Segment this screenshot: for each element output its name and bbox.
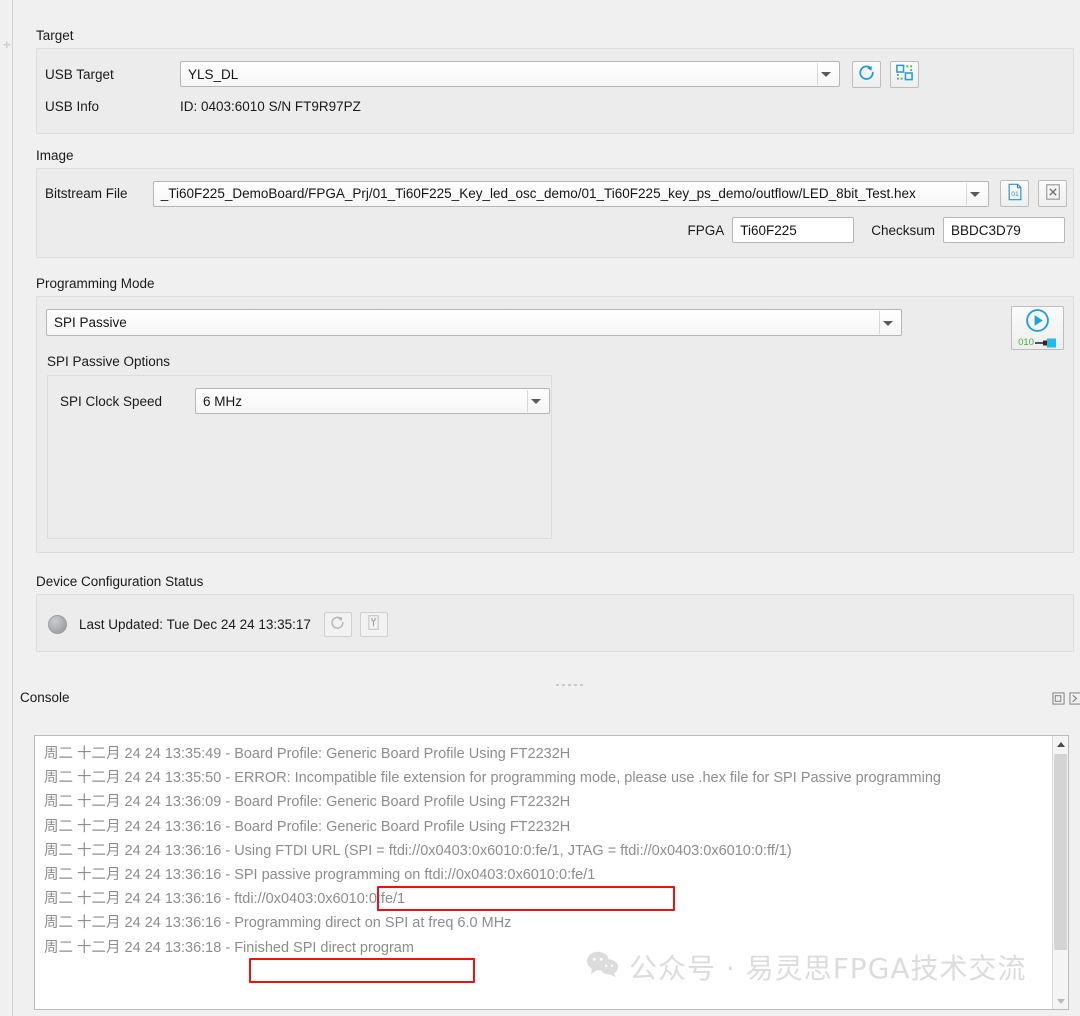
- chevron-down-icon: [883, 321, 893, 326]
- refresh-usb-button[interactable]: [852, 61, 881, 88]
- scroll-up-button[interactable]: [1053, 736, 1068, 752]
- console-header: Console: [14, 690, 1080, 718]
- close-file-icon: [1044, 183, 1062, 204]
- spi-options-title: SPI Passive Options: [47, 354, 170, 370]
- console-log: 周二 十二月 24 24 13:35:49 - Board Profile: G…: [44, 742, 1044, 960]
- chevron-down-icon: [531, 399, 541, 404]
- detect-devices-button[interactable]: [890, 61, 919, 88]
- programming-mode-combo[interactable]: SPI Passive: [46, 309, 902, 336]
- detect-devices-icon: [895, 63, 914, 85]
- wechat-icon: [586, 950, 620, 985]
- refresh-arrow-icon: [329, 614, 346, 634]
- spi-clock-speed-label: SPI Clock Speed: [60, 394, 195, 409]
- refresh-status-button[interactable]: [324, 612, 352, 637]
- bitstream-file-label: Bitstream File: [45, 186, 153, 201]
- console-line: 周二 十二月 24 24 13:35:50 - ERROR: Incompati…: [44, 766, 1044, 790]
- clear-bitstream-button[interactable]: [1038, 180, 1067, 207]
- scrollbar-thumb[interactable]: [1054, 754, 1067, 950]
- programming-mode-title: Programming Mode: [36, 276, 1074, 292]
- play-circle-icon: [1025, 308, 1050, 336]
- image-group: Image Bitstream File _Ti60F225_DemoBoard…: [36, 148, 1074, 258]
- console-line: 周二 十二月 24 24 13:35:49 - Board Profile: G…: [44, 742, 1044, 766]
- console-line: 周二 十二月 24 24 13:36:16 - Programming dire…: [44, 911, 1044, 935]
- checksum-label: Checksum: [871, 223, 935, 238]
- programmer-window: ✛ Target USB Target YLS_DL: [0, 0, 1080, 1016]
- console-line: 周二 十二月 24 24 13:36:16 - SPI passive prog…: [44, 863, 1044, 887]
- target-group-title: Target: [36, 28, 1074, 44]
- bitstream-row: Bitstream File _Ti60F225_DemoBoard/FPGA_…: [45, 180, 1067, 207]
- console-line: 周二 十二月 24 24 13:36:16 - ftdi://0x0403:0x…: [44, 887, 1044, 911]
- bitstream-file-value: _Ti60F225_DemoBoard/FPGA_Prj/01_Ti60F225…: [161, 186, 916, 201]
- usb-info-value: ID: 0403:6010 S/N FT9R97PZ: [180, 99, 361, 114]
- device-status-group: Device Configuration Status Last Updated…: [36, 574, 1074, 652]
- console-scrollbar[interactable]: [1052, 736, 1068, 1009]
- close-icon[interactable]: [1068, 691, 1080, 705]
- image-group-title: Image: [36, 148, 1074, 164]
- console-header-icons: [1051, 691, 1080, 705]
- usb-info-label: USB Info: [45, 99, 180, 114]
- console-line: 周二 十二月 24 24 13:36:16 - Board Profile: G…: [44, 815, 1044, 839]
- wrench-icon: [365, 614, 382, 634]
- fpga-checksum-row: FPGA Ti60F225 Checksum BBDC3D79: [687, 217, 1065, 243]
- scroll-down-button[interactable]: [1053, 993, 1068, 1009]
- last-updated-text: Last Updated: Tue Dec 24 24 13:35:17: [79, 617, 311, 632]
- refresh-circular-arrow-icon: [857, 63, 876, 85]
- chevron-down-icon: [970, 192, 980, 197]
- spi-clock-speed-value: 6 MHz: [203, 394, 242, 409]
- watermark: 公众号 · 易灵思FPGA技术交流: [586, 947, 1027, 987]
- left-collapsed-rail[interactable]: ✛: [0, 0, 13, 1016]
- fpga-label: FPGA: [687, 223, 724, 238]
- fpga-value: Ti60F225: [740, 223, 797, 238]
- usb-target-label: USB Target: [45, 67, 180, 82]
- usb-target-value: YLS_DL: [188, 67, 238, 82]
- settings-scroll-area: Target USB Target YLS_DL: [14, 0, 1080, 672]
- image-panel: Bitstream File _Ti60F225_DemoBoard/FPGA_…: [36, 168, 1074, 258]
- checksum-value: BBDC3D79: [951, 223, 1021, 238]
- triangle-up-icon: [1057, 742, 1065, 747]
- usb-target-combo[interactable]: YLS_DL: [180, 61, 840, 87]
- triangle-down-icon: [1057, 999, 1065, 1004]
- panel-splitter-handle[interactable]: [539, 681, 599, 689]
- checksum-field[interactable]: BBDC3D79: [943, 217, 1065, 243]
- device-tools-button[interactable]: [360, 612, 388, 637]
- spi-clock-speed-row: SPI Clock Speed 6 MHz: [60, 388, 550, 414]
- svg-text:01: 01: [1011, 191, 1019, 198]
- start-program-button[interactable]: 010: [1011, 306, 1064, 350]
- watermark-text: 公众号 · 易灵思FPGA技术交流: [629, 947, 1027, 987]
- target-group: Target USB Target YLS_DL: [36, 28, 1074, 134]
- device-status-title: Device Configuration Status: [36, 574, 1074, 590]
- hex-file-icon: 01: [1006, 183, 1024, 204]
- usb-target-row: USB Target YLS_DL: [45, 61, 1065, 87]
- device-status-panel: Last Updated: Tue Dec 24 24 13:35:17: [36, 594, 1074, 652]
- rail-expand-icon[interactable]: ✛: [3, 42, 10, 49]
- spi-options-panel: SPI Clock Speed 6 MHz: [47, 375, 552, 539]
- programming-mode-value: SPI Passive: [54, 315, 127, 330]
- usb-info-row: USB Info ID: 0403:6010 S/N FT9R97PZ: [45, 95, 1065, 117]
- programming-mode-group: Programming Mode SPI Passive 010: [36, 276, 1074, 553]
- console-title: Console: [20, 690, 70, 705]
- status-led-indicator: [48, 615, 67, 634]
- undock-icon[interactable]: [1051, 691, 1065, 705]
- bitstream-file-combo[interactable]: _Ti60F225_DemoBoard/FPGA_Prj/01_Ti60F225…: [153, 181, 989, 207]
- console-line: 周二 十二月 24 24 13:36:09 - Board Profile: G…: [44, 790, 1044, 814]
- console-line: 周二 十二月 24 24 13:36:16 - Using FTDI URL (…: [44, 839, 1044, 863]
- bitstream-stream-icon: 010: [1018, 337, 1057, 348]
- target-panel: USB Target YLS_DL: [36, 48, 1074, 134]
- fpga-field[interactable]: Ti60F225: [732, 217, 854, 243]
- open-hex-file-button[interactable]: 01: [1000, 180, 1029, 207]
- chevron-down-icon: [821, 72, 831, 77]
- spi-clock-speed-combo[interactable]: 6 MHz: [195, 388, 550, 414]
- device-status-row: Last Updated: Tue Dec 24 24 13:35:17: [48, 611, 388, 637]
- programming-mode-panel: SPI Passive 010: [36, 296, 1074, 553]
